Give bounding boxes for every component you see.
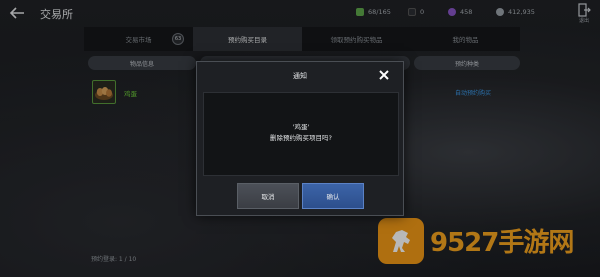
confirm-dialog: 通知 '鸡蛋' 删除预约购买项目吗? 取消 确认 bbox=[196, 61, 404, 216]
confirm-button[interactable]: 确认 bbox=[302, 183, 364, 209]
close-icon bbox=[379, 70, 389, 80]
dialog-item-name: '鸡蛋' bbox=[292, 123, 310, 131]
dialog-body: '鸡蛋' 删除预约购买项目吗? bbox=[203, 92, 399, 176]
cancel-button[interactable]: 取消 bbox=[237, 183, 299, 209]
close-button[interactable] bbox=[377, 68, 391, 82]
dialog-title: 通知 bbox=[293, 72, 307, 80]
dialog-message: 删除预约购买项目吗? bbox=[270, 134, 332, 142]
